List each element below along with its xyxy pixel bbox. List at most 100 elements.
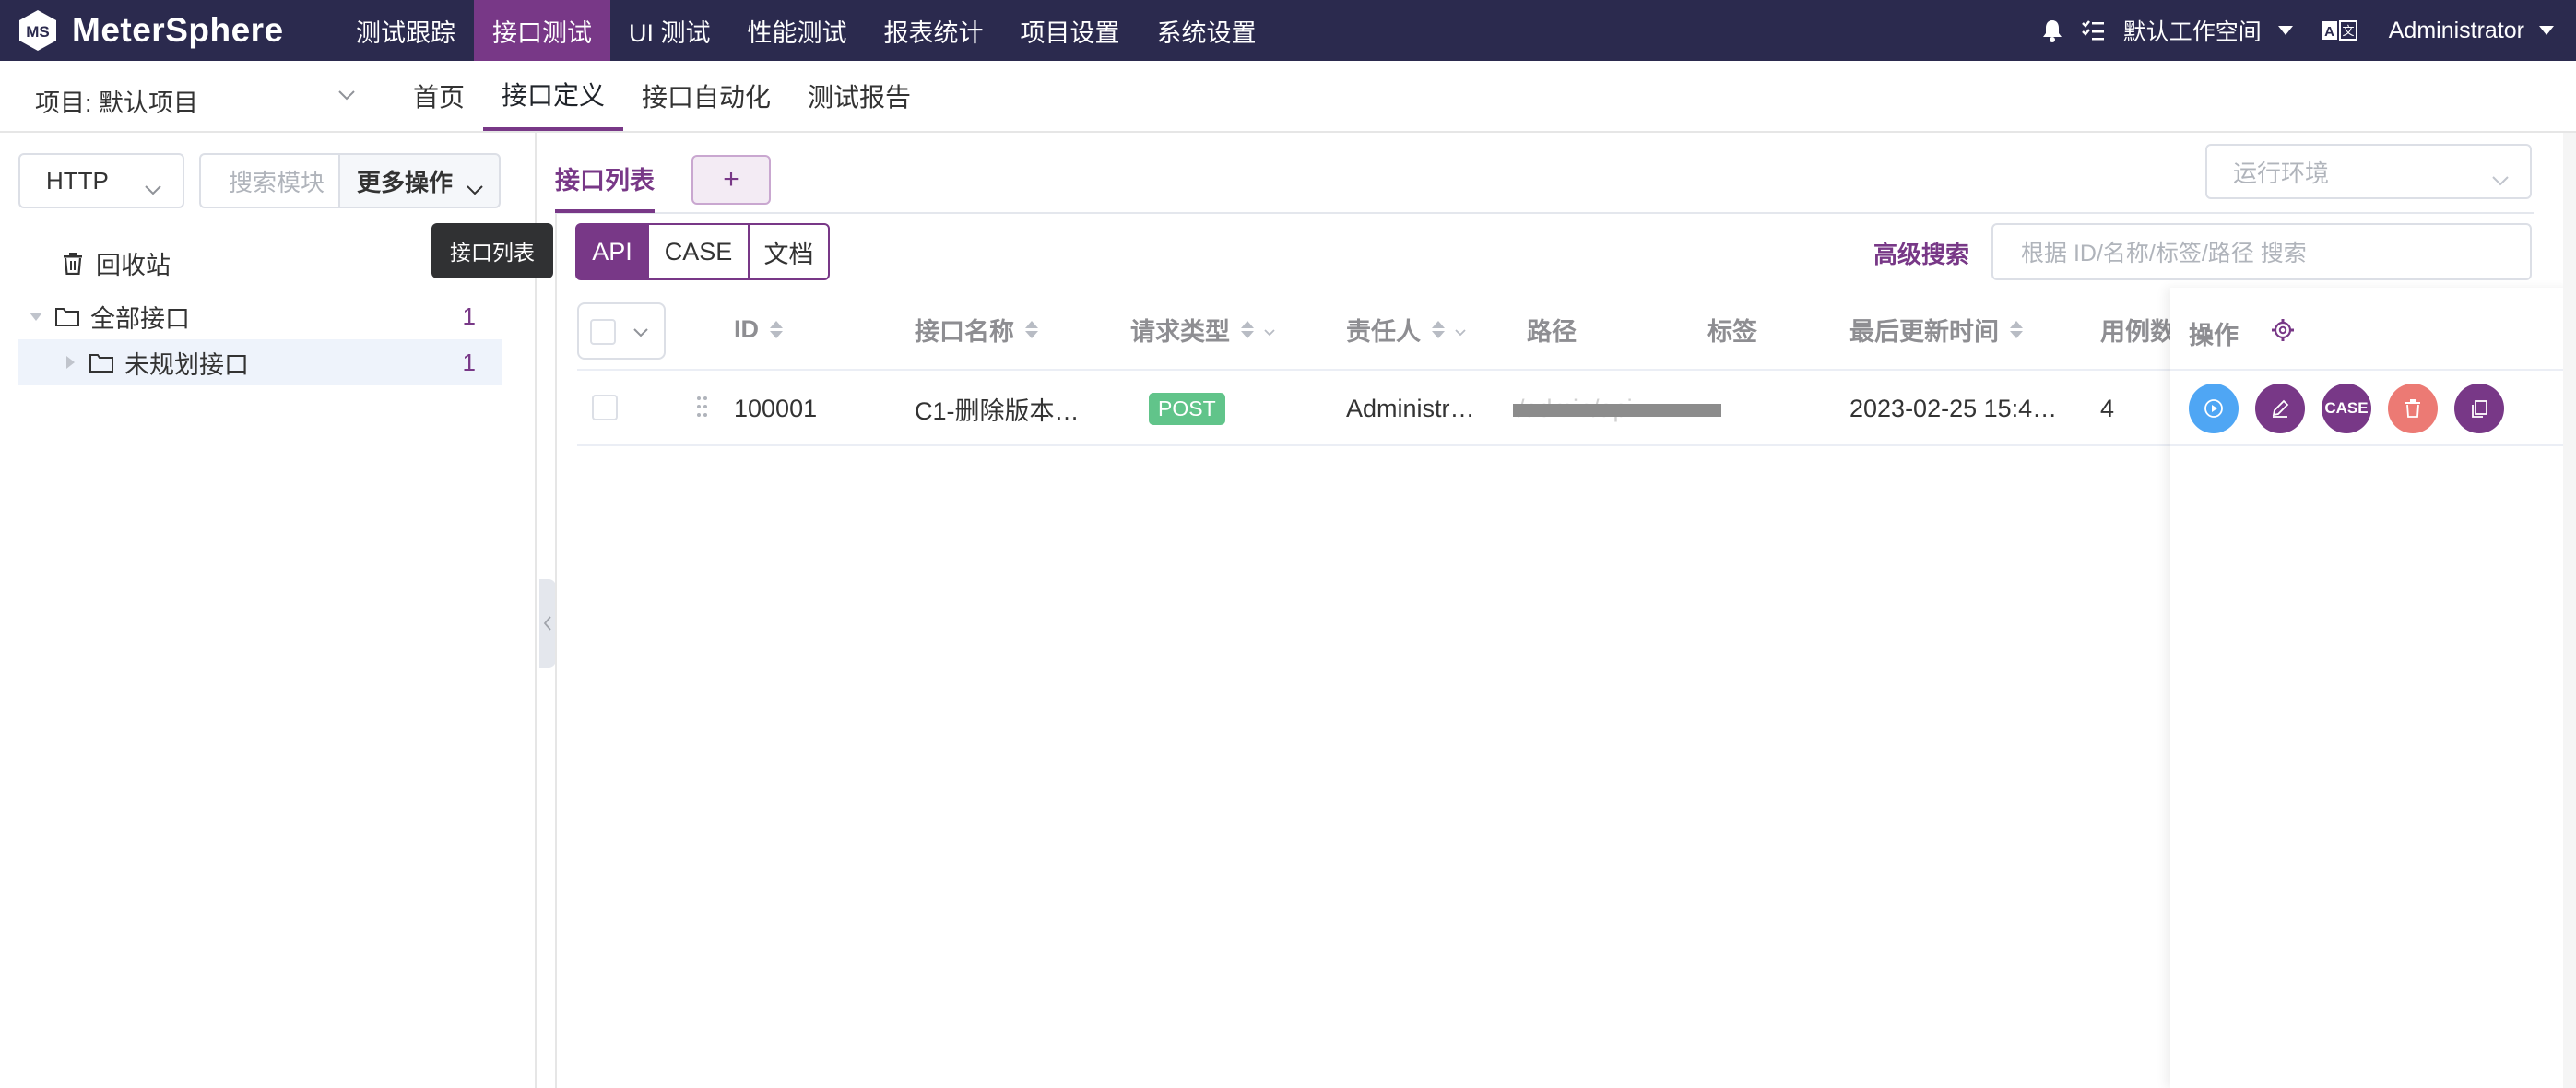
select-all-dropdown[interactable] [577,302,666,360]
chevron-down-icon [144,173,162,202]
user-caret-icon[interactable] [2539,26,2554,35]
copy-icon[interactable] [2454,384,2504,433]
col-owner[interactable]: 责任人 [1346,288,1467,371]
segment-doc[interactable]: 文档 [749,223,830,280]
module-tree-panel: HTTP 搜索模块 更多操作 接口列表 回收站 全部接口 1 未规划接口 1 [0,133,553,1088]
recycle-bin-label: 回收站 [96,252,171,279]
filter-chevron-icon[interactable] [1263,315,1276,344]
topnav-ui-test[interactable]: UI 测试 [610,0,729,61]
advanced-search-link[interactable]: 高级搜索 [1873,236,1969,270]
tree-node-count: 1 [462,302,476,330]
tree-node-unplanned[interactable]: 未规划接口 1 [18,339,502,385]
col-method[interactable]: 请求类型 [1130,288,1276,371]
play-icon[interactable] [2189,384,2239,433]
topnav-report-stats[interactable]: 报表统计 [866,0,1002,61]
topnav-test-track[interactable]: 测试跟踪 [337,0,474,61]
col-case-count: 用例数 [2100,317,2170,346]
gear-icon[interactable] [2270,317,2296,343]
run-environment-select[interactable]: 运行环境 [2205,144,2532,199]
api-subnav: 首页 接口定义 接口自动化 测试报告 [395,61,929,133]
task-list-icon[interactable] [2079,0,2107,61]
cell-updated: 2023-02-25 15:4… [1849,394,2058,422]
expand-caret-icon[interactable] [66,356,75,369]
subnav-api-definition[interactable]: 接口定义 [483,61,624,131]
fixed-actions-column: 操作 CASE [2170,288,2576,1088]
api-search-input[interactable]: 根据 ID/名称/标签/路径 搜索 [1991,223,2532,280]
cell-case-count: 4 [2100,394,2115,422]
divider [555,214,557,1088]
segment-case[interactable]: CASE [648,223,750,280]
top-navbar: MS MeterSphere 测试跟踪 接口测试 UI 测试 性能测试 报表统计… [0,0,2576,61]
chevron-down-icon [466,173,484,202]
subnav-home[interactable]: 首页 [395,61,483,131]
edit-icon[interactable] [2255,384,2305,433]
tooltip: 接口列表 [431,223,553,278]
col-name-label: 接口名称 [915,317,1014,346]
subnav-api-automation[interactable]: 接口自动化 [623,61,789,131]
topnav-api-test[interactable]: 接口测试 [474,0,610,61]
col-name[interactable]: 接口名称 [915,288,1038,371]
sort-icon[interactable] [1432,320,1445,338]
sort-icon[interactable] [770,320,783,338]
folder-icon [55,306,79,326]
topnav-project-settings[interactable]: 项目设置 [1002,0,1139,61]
more-actions-label: 更多操作 [357,168,454,196]
translate-icon[interactable]: A文 [2321,0,2357,61]
bell-icon[interactable] [2038,0,2066,61]
sort-icon[interactable] [2010,320,2023,338]
chevron-down-icon [632,326,649,343]
svg-text:A: A [2324,24,2334,40]
svg-text:文: 文 [2342,25,2354,39]
top-right-tools: 默认工作空间 A文 Administrator [2038,0,2576,61]
chevron-down-icon [2491,164,2510,193]
sort-icon[interactable] [1241,320,1254,338]
workspace-selector[interactable]: 默认工作空间 [2123,14,2262,47]
row-checkbox[interactable] [592,395,618,420]
delete-icon[interactable] [2388,384,2438,433]
segment-api[interactable]: API [575,223,649,280]
user-menu[interactable]: Administrator [2389,18,2524,44]
tabs-divider [555,212,2534,214]
topnav-performance-test[interactable]: 性能测试 [729,0,866,61]
drag-handle-icon[interactable] [697,396,708,419]
recycle-bin-item[interactable]: 回收站 [63,245,171,281]
expand-caret-icon[interactable] [30,312,42,321]
filter-chevron-icon[interactable] [1454,315,1467,344]
col-owner-label: 责任人 [1346,317,1421,346]
vertical-scrollbar[interactable] [2563,133,2576,1088]
col-path: 路径 [1527,317,1577,346]
tree-node-all-apis[interactable]: 全部接口 1 [18,293,502,339]
project-selector[interactable]: 项目: 默认项目 [35,83,198,119]
cell-owner: Administr… [1346,394,1475,422]
sort-icon[interactable] [1025,320,1038,338]
case-icon[interactable]: CASE [2322,384,2371,433]
add-tab-button[interactable]: + [691,155,771,205]
protocol-select[interactable]: HTTP [18,153,184,208]
topnav-system-settings[interactable]: 系统设置 [1139,0,1275,61]
top-menu: 测试跟踪 接口测试 UI 测试 性能测试 报表统计 项目设置 系统设置 [337,0,1275,61]
brand-name: MeterSphere [72,11,284,49]
secondary-navbar: 项目: 默认项目 首页 接口定义 接口自动化 测试报告 [0,61,2576,133]
row-actions: CASE [2170,371,2576,446]
project-chevron-icon[interactable] [337,89,356,105]
cell-id: 100001 [734,394,818,422]
tree-node-label: 未规划接口 [124,350,249,379]
metersphere-logo-icon: MS [15,7,61,53]
tab-api-list[interactable]: 接口列表 [555,160,655,213]
api-list-area: 接口列表 + 运行环境 API CASE 文档 高级搜索 根据 ID/名称/标签… [537,133,2576,1088]
svg-text:MS: MS [26,23,50,41]
cell-name[interactable]: C1-删除版本… [915,371,1108,446]
module-search-input[interactable]: 搜索模块 [199,153,339,208]
more-actions-button[interactable]: 更多操作 [338,153,501,208]
col-id-label: ID [734,314,759,343]
col-id[interactable]: ID [734,288,783,371]
run-environment-placeholder: 运行环境 [2233,159,2330,187]
subnav-test-report[interactable]: 测试报告 [789,61,929,131]
col-updated-label: 最后更新时间 [1849,317,1999,346]
method-badge: POST [1149,392,1225,425]
select-all-checkbox[interactable] [590,319,616,345]
brand-logo[interactable]: MS MeterSphere [0,0,337,61]
col-updated[interactable]: 最后更新时间 [1849,288,2023,371]
protocol-value: HTTP [46,166,109,195]
workspace-caret-icon[interactable] [2277,26,2293,35]
